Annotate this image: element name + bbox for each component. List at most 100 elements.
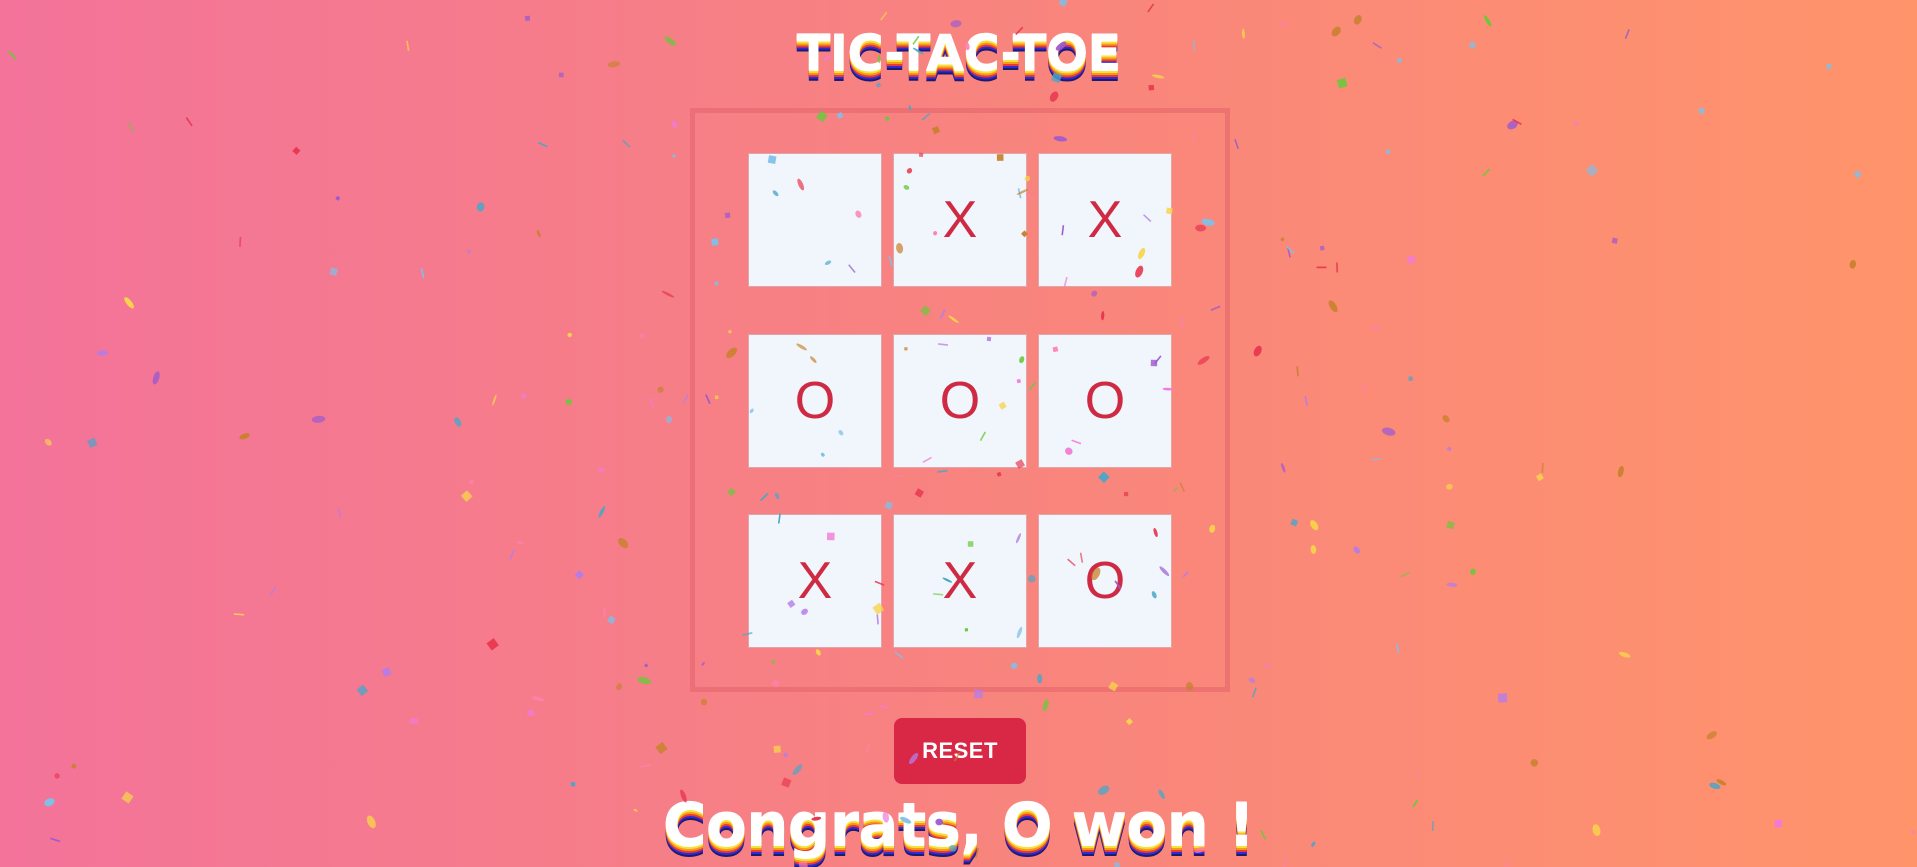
confetti-piece bbox=[516, 540, 525, 545]
confetti-piece bbox=[666, 415, 672, 424]
confetti-piece bbox=[1716, 779, 1727, 786]
confetti-piece bbox=[1541, 462, 1544, 473]
confetti-piece bbox=[1316, 266, 1327, 269]
confetti-piece bbox=[1382, 427, 1396, 436]
confetti-piece bbox=[622, 139, 631, 148]
confetti-piece bbox=[574, 570, 584, 580]
confetti-piece bbox=[1709, 782, 1721, 790]
confetti-piece bbox=[1617, 465, 1624, 478]
board-cell-4[interactable]: O bbox=[894, 335, 1026, 467]
confetti-piece bbox=[865, 743, 871, 754]
cell-mark: O bbox=[1084, 552, 1126, 610]
confetti-piece bbox=[1446, 483, 1453, 490]
confetti-piece bbox=[792, 764, 803, 776]
confetti-piece bbox=[466, 249, 471, 254]
confetti-piece bbox=[527, 709, 535, 717]
confetti-piece bbox=[1408, 376, 1413, 381]
confetti-piece bbox=[1618, 651, 1631, 658]
confetti-piece bbox=[640, 764, 651, 768]
confetti-piece bbox=[1385, 148, 1392, 155]
confetti-piece bbox=[1042, 699, 1049, 712]
confetti-piece bbox=[657, 386, 664, 393]
board-cell-2[interactable]: X bbox=[1039, 154, 1171, 286]
confetti-piece bbox=[1286, 245, 1295, 254]
confetti-piece bbox=[700, 698, 708, 706]
confetti-piece bbox=[44, 438, 52, 446]
confetti-piece bbox=[381, 666, 392, 678]
confetti-piece bbox=[1336, 262, 1339, 273]
confetti-piece bbox=[1290, 518, 1299, 527]
board-cell-6[interactable]: X bbox=[749, 515, 881, 647]
confetti-piece bbox=[1395, 643, 1400, 654]
board-cell-0[interactable] bbox=[749, 154, 881, 286]
confetti-piece bbox=[864, 712, 875, 716]
confetti-piece bbox=[509, 549, 515, 560]
confetti-piece bbox=[1400, 571, 1411, 578]
confetti-piece bbox=[597, 467, 605, 472]
confetti-piece bbox=[618, 537, 629, 549]
cell-mark: X bbox=[797, 552, 833, 610]
confetti-piece bbox=[71, 763, 77, 769]
confetti-piece bbox=[356, 684, 369, 697]
cell-mark: O bbox=[939, 372, 981, 430]
confetti-piece bbox=[1369, 325, 1382, 331]
confetti-piece bbox=[1698, 107, 1705, 114]
board-cell-5[interactable]: O bbox=[1039, 335, 1171, 467]
confetti-piece bbox=[454, 417, 462, 427]
confetti-piece bbox=[239, 433, 250, 440]
confetti-piece bbox=[603, 606, 606, 618]
confetti-piece bbox=[492, 394, 497, 406]
confetti-piece bbox=[671, 120, 678, 129]
confetti-piece bbox=[598, 506, 606, 518]
confetti-piece bbox=[606, 615, 616, 625]
confetti-piece bbox=[128, 122, 135, 132]
confetti-piece bbox=[1482, 168, 1491, 177]
cell-mark: X bbox=[1087, 191, 1123, 249]
confetti-piece bbox=[335, 195, 341, 201]
reset-button[interactable]: RESET bbox=[894, 718, 1026, 784]
confetti-piece bbox=[1147, 3, 1155, 13]
confetti-piece bbox=[1446, 446, 1452, 452]
confetti-piece bbox=[1058, 0, 1068, 7]
confetti-piece bbox=[409, 717, 419, 725]
confetti-piece bbox=[239, 236, 242, 247]
confetti-piece bbox=[1049, 91, 1059, 102]
confetti-piece bbox=[1706, 731, 1717, 740]
board-cell-8[interactable]: O bbox=[1039, 515, 1171, 647]
confetti-piece bbox=[1234, 139, 1239, 149]
confetti-piece bbox=[1470, 568, 1476, 575]
board-cell-3[interactable]: O bbox=[749, 335, 881, 467]
cell-mark: O bbox=[1084, 372, 1126, 430]
board-cell-1[interactable]: X bbox=[894, 154, 1026, 286]
confetti-piece bbox=[1114, 862, 1121, 867]
confetti-piece bbox=[644, 663, 649, 668]
confetti-piece bbox=[565, 398, 572, 405]
confetti-piece bbox=[1535, 473, 1544, 482]
confetti-piece bbox=[783, 752, 789, 758]
confetti-piece bbox=[311, 415, 326, 423]
confetti-piece bbox=[460, 490, 473, 502]
confetti-piece bbox=[1280, 237, 1285, 242]
confetti-piece bbox=[682, 394, 689, 404]
confetti-piece bbox=[520, 393, 528, 399]
confetti-piece bbox=[292, 146, 301, 155]
confetti-piece bbox=[468, 479, 475, 485]
confetti-piece bbox=[537, 141, 548, 148]
confetti-piece bbox=[567, 332, 572, 338]
confetti-piece bbox=[672, 154, 676, 158]
board-cell-7[interactable]: X bbox=[894, 515, 1026, 647]
confetti-piece bbox=[570, 781, 576, 787]
confetti-piece bbox=[536, 229, 541, 238]
confetti-piece bbox=[1280, 462, 1286, 473]
confetti-piece bbox=[124, 297, 134, 309]
confetti-piece bbox=[1304, 395, 1309, 407]
confetti-piece bbox=[1585, 164, 1599, 177]
confetti-piece bbox=[1530, 759, 1539, 767]
confetti-piece bbox=[233, 613, 245, 616]
confetti-piece bbox=[1253, 345, 1262, 357]
confetti-piece bbox=[1371, 458, 1382, 461]
confetti-piece bbox=[486, 638, 499, 651]
confetti-piece bbox=[880, 11, 888, 21]
confetti-piece bbox=[524, 15, 531, 21]
confetti-piece bbox=[1446, 520, 1455, 530]
